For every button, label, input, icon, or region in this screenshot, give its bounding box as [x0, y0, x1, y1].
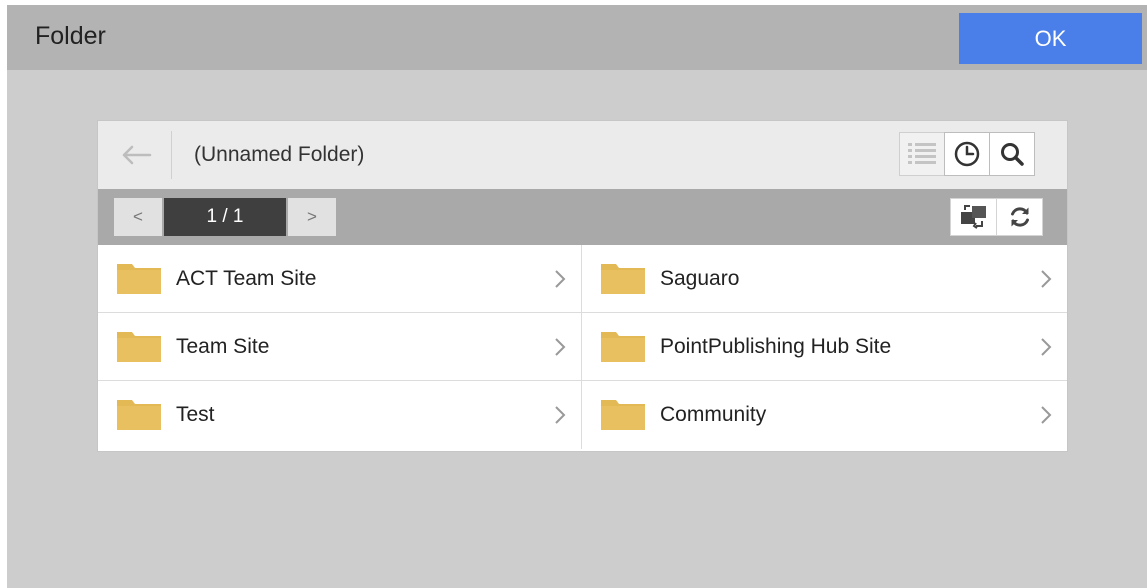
- page-indicator: 1 / 1: [164, 198, 286, 236]
- folder-list: ACT Team Site Saguaro Team Site PointPub…: [98, 245, 1067, 451]
- current-folder-name: (Unnamed Folder): [194, 143, 365, 166]
- chevron-right-icon: [555, 270, 566, 288]
- pager-bar: < 1 / 1 >: [98, 189, 1067, 245]
- next-page-button[interactable]: >: [288, 198, 336, 236]
- folder-item[interactable]: Test: [98, 381, 582, 449]
- arrow-left-icon: [122, 145, 152, 165]
- chevron-right-icon: [1041, 270, 1052, 288]
- refresh-button[interactable]: [996, 198, 1043, 236]
- folder-label: Community: [660, 403, 767, 426]
- folder-dialog: Folder OK (Unnamed Folder) < 1 / 1 > ACT…: [7, 5, 1147, 588]
- folder-item[interactable]: PointPublishing Hub Site: [582, 313, 1067, 381]
- folder-icon: [117, 400, 161, 430]
- folder-label: Test: [176, 403, 215, 426]
- folder-item[interactable]: ACT Team Site: [98, 245, 582, 313]
- folder-item[interactable]: Team Site: [98, 313, 582, 381]
- chevron-right-icon: [1041, 338, 1052, 356]
- folder-label: ACT Team Site: [176, 267, 317, 290]
- folder-icon: [601, 332, 645, 362]
- clock-icon: [954, 141, 980, 167]
- folder-icon: [601, 264, 645, 294]
- folder-label: Saguaro: [660, 267, 740, 290]
- view-toolbar: [899, 132, 1035, 176]
- recent-button[interactable]: [944, 132, 990, 176]
- folder-icon: [117, 332, 161, 362]
- ok-button[interactable]: OK: [959, 13, 1142, 64]
- folder-browser: (Unnamed Folder) < 1 / 1 > ACT Team Site…: [97, 120, 1068, 452]
- chevron-right-icon: [555, 338, 566, 356]
- search-icon: [1001, 143, 1024, 166]
- header-divider: [171, 131, 172, 179]
- folder-label: PointPublishing Hub Site: [660, 335, 892, 358]
- chevron-right-icon: [555, 406, 566, 424]
- chevron-right-icon: [1041, 406, 1052, 424]
- refresh-icon: [1010, 207, 1029, 227]
- list-view-button[interactable]: [899, 132, 945, 176]
- folder-item[interactable]: Saguaro: [582, 245, 1067, 313]
- back-button[interactable]: [112, 137, 160, 173]
- browser-header: (Unnamed Folder): [98, 121, 1067, 189]
- folder-label: Team Site: [176, 335, 270, 358]
- folder-icon: [601, 400, 645, 430]
- switch-button[interactable]: [950, 198, 997, 236]
- dialog-titlebar: Folder OK: [7, 5, 1147, 70]
- switch-icon: [960, 205, 986, 229]
- pager-toolbar: [950, 198, 1043, 236]
- dialog-title: Folder: [35, 22, 106, 50]
- list-icon: [908, 143, 936, 164]
- prev-page-button[interactable]: <: [114, 198, 162, 236]
- folder-icon: [117, 264, 161, 294]
- folder-item[interactable]: Community: [582, 381, 1067, 449]
- search-button[interactable]: [989, 132, 1035, 176]
